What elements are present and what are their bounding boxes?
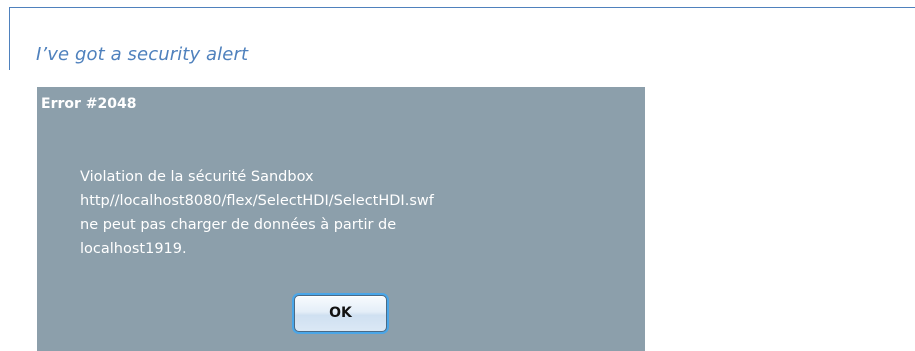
error-dialog: Error #2048 Violation de la sécurité San… <box>37 87 645 351</box>
message-line: Violation de la sécurité Sandbox <box>80 169 314 185</box>
dialog-title: Error #2048 <box>41 96 137 112</box>
dialog-message: Violation de la sécurité Sandbox http//l… <box>80 165 640 261</box>
ok-button[interactable]: OK <box>294 295 387 332</box>
page: I’ve got a security alert Error #2048 Vi… <box>0 0 915 351</box>
section-heading: I’ve got a security alert <box>36 44 249 65</box>
message-line: localhost1919. <box>80 241 187 257</box>
message-line: http//localhost8080/flex/SelectHDI/Selec… <box>80 193 434 209</box>
message-line: ne peut pas charger de données à partir … <box>80 217 397 233</box>
